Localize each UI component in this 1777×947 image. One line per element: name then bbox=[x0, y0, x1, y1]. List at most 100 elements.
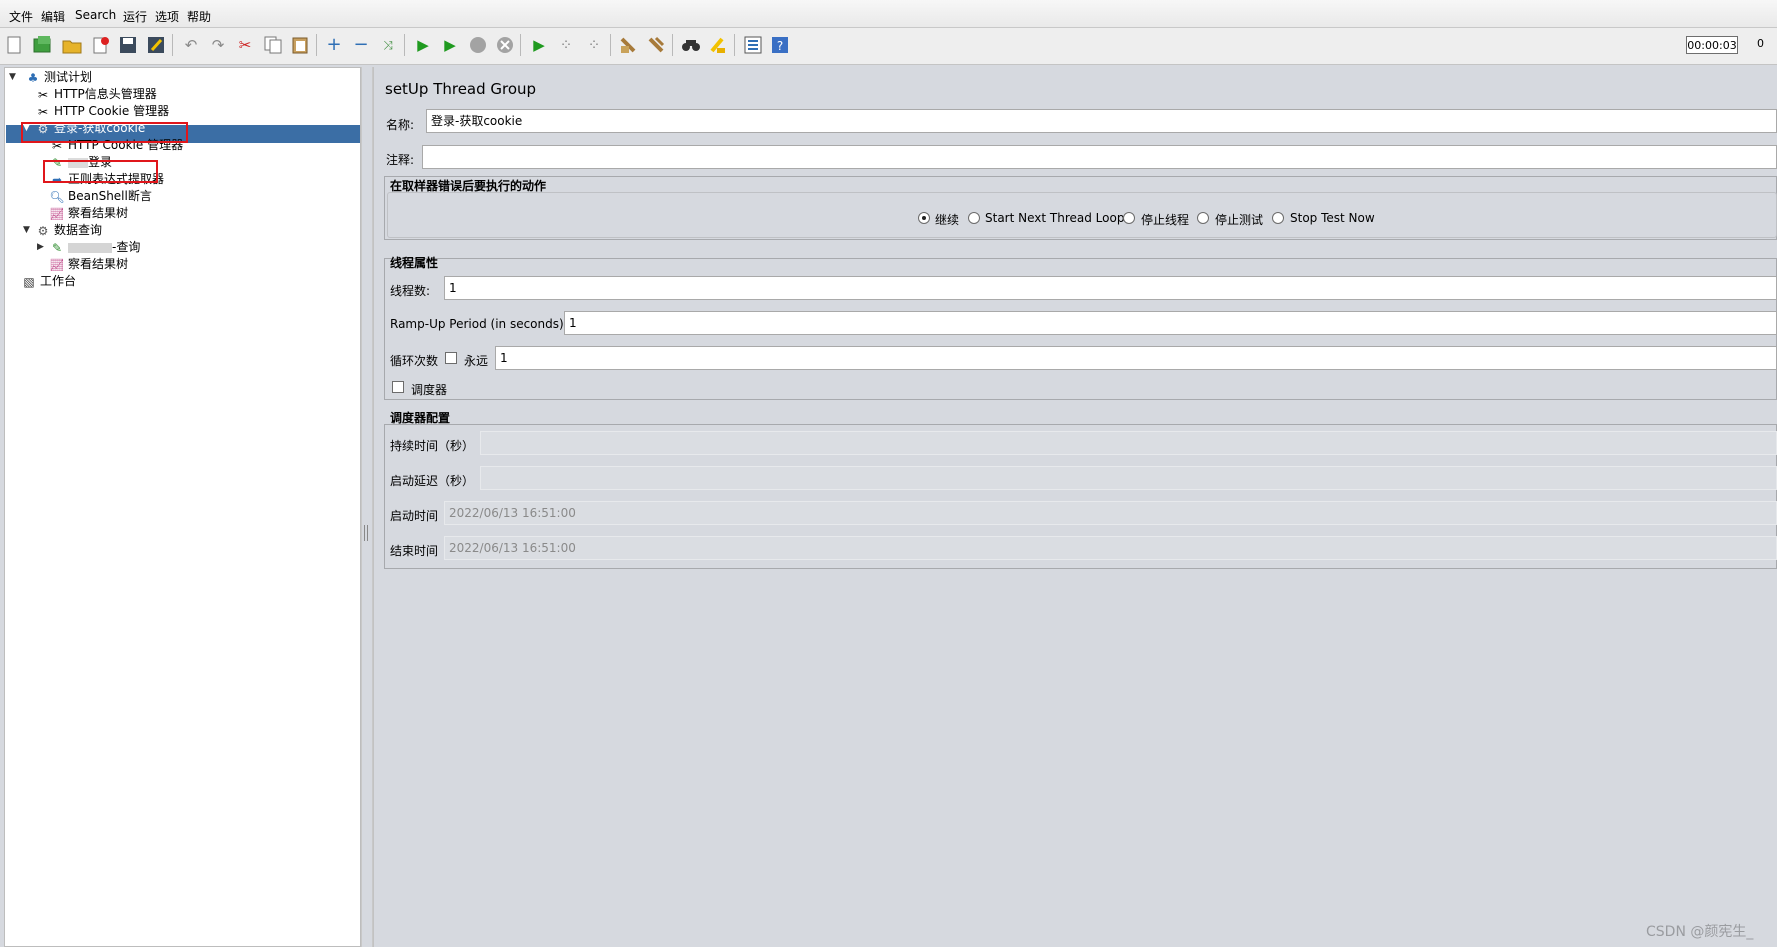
clear-icon[interactable] bbox=[617, 34, 639, 56]
forever-label: 永远 bbox=[464, 354, 489, 368]
end-time-field[interactable]: 2022/06/13 16:51:00 bbox=[444, 536, 1777, 560]
tools-icon: ✂ bbox=[37, 87, 49, 102]
startup-delay-label: 启动延迟（秒） bbox=[390, 474, 475, 488]
start-no-pause-icon[interactable]: ▶ bbox=[439, 34, 461, 56]
watermark: CSDN @颜宪生_ bbox=[1646, 924, 1754, 940]
tree-node-label: 工作台 bbox=[40, 274, 77, 288]
start-time-label: 启动时间 bbox=[390, 509, 439, 523]
menu-edit[interactable]: 编辑 bbox=[41, 8, 65, 25]
gear-icon: ⚙ bbox=[37, 223, 49, 238]
remote-shutdown-icon[interactable]: ⁘ bbox=[583, 34, 605, 56]
function-helper-icon[interactable] bbox=[742, 34, 764, 56]
test-plan-tree[interactable]: ▼ ♣ 测试计划 ✂ HTTP信息头管理器 ✂ HTTP Cookie 管理器 ▼ ⚙… bbox=[4, 67, 361, 947]
save-icon[interactable] bbox=[117, 34, 139, 56]
split-grip[interactable] bbox=[364, 525, 368, 541]
new-icon[interactable] bbox=[3, 34, 25, 56]
radio-stop-test-label: 停止测试 bbox=[1215, 213, 1264, 227]
forever-checkbox[interactable] bbox=[445, 352, 457, 364]
thread-properties-title: 线程属性 bbox=[390, 256, 439, 270]
menu-help[interactable]: 帮助 bbox=[187, 8, 211, 25]
undo-icon[interactable]: ↶ bbox=[180, 34, 202, 56]
tools-icon: ✂ bbox=[37, 104, 49, 119]
radio-stop-test-now[interactable] bbox=[1272, 212, 1284, 224]
pipette-icon: ✎ bbox=[51, 240, 63, 255]
comment-label: 注释: bbox=[386, 153, 415, 167]
open-icon[interactable] bbox=[61, 34, 83, 56]
scheduler-label: 调度器 bbox=[411, 383, 448, 397]
tree-node-workbench[interactable]: ▧ 工作台 bbox=[21, 273, 76, 290]
tree-node-beanshell-assertion[interactable]: 🔍︎ BeanShell断言 bbox=[49, 188, 152, 205]
start-time-field[interactable]: 2022/06/13 16:51:00 bbox=[444, 501, 1777, 525]
search-icon[interactable] bbox=[680, 34, 702, 56]
redo-icon[interactable]: ↷ bbox=[207, 34, 229, 56]
blurred-text bbox=[68, 242, 112, 253]
flask-icon: ♣ bbox=[27, 70, 39, 85]
shutdown-icon[interactable] bbox=[494, 34, 516, 56]
menu-run[interactable]: 运行 bbox=[123, 8, 147, 25]
tree-node-result-tree[interactable]: 📈︎ 察看结果树 bbox=[49, 205, 128, 222]
radio-start-next-loop[interactable] bbox=[968, 212, 980, 224]
tree-node-label: HTTP Cookie 管理器 bbox=[54, 104, 170, 118]
tree-node-result-tree-2[interactable]: 📈︎ 察看结果树 bbox=[49, 256, 128, 273]
tree-node-label: -查询 bbox=[112, 240, 141, 254]
tree-node-label: HTTP信息头管理器 bbox=[54, 87, 157, 101]
magnifier-icon: 🔍︎ bbox=[49, 189, 65, 204]
chart-icon: 📈︎ bbox=[49, 257, 65, 272]
start-icon[interactable]: ▶ bbox=[412, 34, 434, 56]
toolbar-separator bbox=[316, 34, 317, 56]
duration-field[interactable] bbox=[480, 431, 1777, 455]
name-label: 名称: bbox=[386, 118, 415, 132]
radio-stop-thread[interactable] bbox=[1123, 212, 1135, 224]
menu-file[interactable]: 文件 bbox=[9, 8, 33, 25]
save-as-icon[interactable] bbox=[145, 34, 167, 56]
toolbar-separator bbox=[672, 34, 673, 56]
expand-icon[interactable]: + bbox=[323, 34, 345, 56]
radio-stop-test[interactable] bbox=[1197, 212, 1209, 224]
radio-continue-label: 继续 bbox=[935, 213, 960, 227]
remote-start-icon[interactable]: ▶ bbox=[528, 34, 550, 56]
toolbar-separator bbox=[520, 34, 521, 56]
expand-toggle-icon[interactable]: ▼ bbox=[9, 69, 16, 86]
scheduler-checkbox[interactable] bbox=[392, 381, 404, 393]
split-divider[interactable] bbox=[361, 67, 373, 947]
tree-node-label: 察看结果树 bbox=[68, 257, 129, 271]
clear-all-icon[interactable] bbox=[645, 34, 667, 56]
paste-icon[interactable] bbox=[289, 34, 311, 56]
reset-search-icon[interactable] bbox=[707, 34, 729, 56]
toolbar-separator bbox=[610, 34, 611, 56]
toolbar-separator bbox=[404, 34, 405, 56]
loop-count-field[interactable]: 1 bbox=[495, 346, 1777, 370]
workbench-icon: ▧ bbox=[23, 274, 35, 289]
help-icon[interactable]: ? bbox=[769, 34, 791, 56]
toggle-icon[interactable]: ⤨ bbox=[377, 34, 399, 56]
svg-text:?: ? bbox=[777, 39, 783, 53]
menu-options[interactable]: 选项 bbox=[155, 8, 179, 25]
stop-icon[interactable] bbox=[467, 34, 489, 56]
templates-icon[interactable] bbox=[32, 34, 54, 56]
comment-field[interactable] bbox=[422, 145, 1777, 169]
tree-node-cookie-manager[interactable]: ✂ HTTP Cookie 管理器 bbox=[35, 103, 169, 120]
remote-stop-icon[interactable]: ⁘ bbox=[555, 34, 577, 56]
radio-stop-test-now-label: Stop Test Now bbox=[1290, 211, 1375, 225]
tree-node-label: 测试计划 bbox=[44, 70, 93, 84]
name-field[interactable]: 登录-获取cookie bbox=[426, 109, 1777, 133]
tree-node-label: BeanShell断言 bbox=[68, 189, 152, 203]
copy-icon[interactable] bbox=[262, 34, 284, 56]
radio-stop-thread-label: 停止线程 bbox=[1141, 213, 1190, 227]
radio-continue[interactable] bbox=[918, 212, 930, 224]
toolbar-separator bbox=[172, 34, 173, 56]
threads-field[interactable]: 1 bbox=[444, 276, 1777, 300]
collapse-icon[interactable]: − bbox=[350, 34, 372, 56]
close-icon[interactable] bbox=[90, 34, 112, 56]
tree-node-label: 数据查询 bbox=[54, 223, 103, 237]
expand-toggle-icon[interactable]: ▶ bbox=[37, 239, 44, 256]
menu-search[interactable]: Search bbox=[75, 8, 116, 22]
startup-delay-field[interactable] bbox=[480, 466, 1777, 490]
tree-node-label: 察看结果树 bbox=[68, 206, 129, 220]
rampup-field[interactable]: 1 bbox=[564, 311, 1777, 335]
cut-icon[interactable]: ✂ bbox=[234, 34, 256, 56]
tree-node-header-manager[interactable]: ✂ HTTP信息头管理器 bbox=[35, 86, 157, 103]
rampup-label: Ramp-Up Period (in seconds): bbox=[390, 317, 568, 331]
highlight-box-login bbox=[43, 160, 158, 183]
expand-toggle-icon[interactable]: ▼ bbox=[23, 222, 30, 239]
